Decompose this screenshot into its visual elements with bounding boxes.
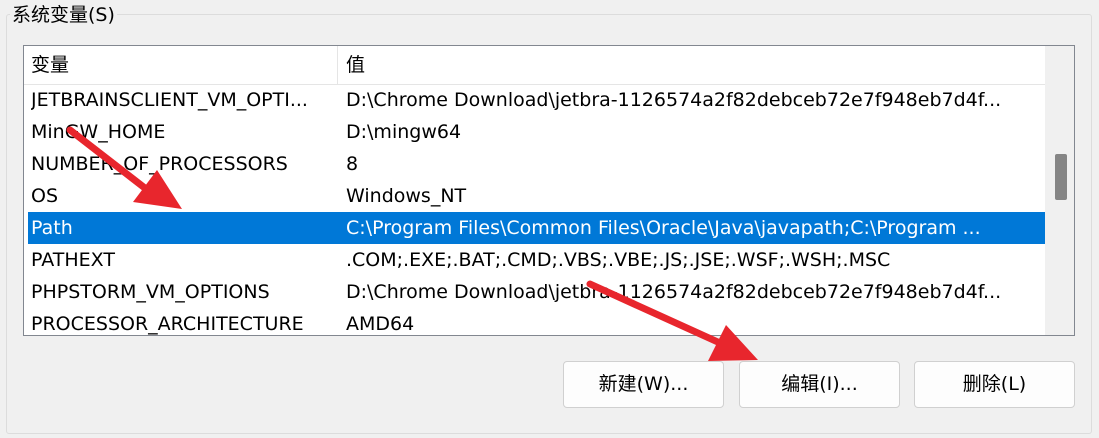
edit-button[interactable]: 编辑(I)... xyxy=(739,361,900,408)
delete-button[interactable]: 删除(L) xyxy=(914,361,1075,408)
table-row[interactable]: NUMBER_OF_PROCESSORS 8 xyxy=(28,148,1045,180)
list-rows: JETBRAINSCLIENT_VM_OPTI... D:\Chrome Dow… xyxy=(28,84,1045,335)
variable-value: C:\Program Files\Common Files\Oracle\Jav… xyxy=(346,217,981,239)
system-variables-list[interactable]: 变量 值 JETBRAINSCLIENT_VM_OPTI... D:\Chrom… xyxy=(23,45,1075,336)
variable-name: PROCESSOR_ARCHITECTURE xyxy=(31,313,304,335)
table-row[interactable]: JETBRAINSCLIENT_VM_OPTI... D:\Chrome Dow… xyxy=(28,84,1045,116)
variable-name: OS xyxy=(31,185,59,207)
table-row[interactable]: PATHEXT .COM;.EXE;.BAT;.CMD;.VBS;.VBE;.J… xyxy=(28,244,1045,276)
scrollbar-thumb[interactable] xyxy=(1055,154,1067,200)
variable-value: D:\mingw64 xyxy=(346,121,462,143)
vertical-scrollbar[interactable] xyxy=(1045,46,1074,335)
variable-value: Windows_NT xyxy=(346,185,467,207)
column-header-variable[interactable]: 变量 xyxy=(24,46,338,84)
column-header-value[interactable]: 值 xyxy=(338,46,1046,84)
table-row[interactable]: MinGW_HOME D:\mingw64 xyxy=(28,116,1045,148)
variable-value: .COM;.EXE;.BAT;.CMD;.VBS;.VBE;.JS;.JSE;.… xyxy=(346,249,891,271)
system-variables-panel: 系统变量(S) 变量 值 JETBRAINSCLIENT_VM_OPTI... … xyxy=(0,0,1099,438)
variable-name: PATHEXT xyxy=(31,249,115,271)
list-header: 变量 值 xyxy=(24,46,1045,85)
variable-value: AMD64 xyxy=(346,313,415,335)
variable-value: 8 xyxy=(346,153,359,175)
table-row[interactable]: OS Windows_NT xyxy=(28,180,1045,212)
table-row-selected-path[interactable]: Path C:\Program Files\Common Files\Oracl… xyxy=(28,212,1045,244)
variable-name: PHPSTORM_VM_OPTIONS xyxy=(31,281,270,303)
variable-name: NUMBER_OF_PROCESSORS xyxy=(31,153,288,175)
variable-name: Path xyxy=(31,217,73,239)
variable-name: JETBRAINSCLIENT_VM_OPTI... xyxy=(31,89,308,111)
table-row[interactable]: PHPSTORM_VM_OPTIONS D:\Chrome Download\j… xyxy=(28,276,1045,308)
variable-name: MinGW_HOME xyxy=(31,121,166,143)
variable-value: D:\Chrome Download\jetbra-1126574a2f82de… xyxy=(346,281,1002,303)
new-button[interactable]: 新建(W)... xyxy=(563,361,724,408)
table-row[interactable]: PROCESSOR_ARCHITECTURE AMD64 xyxy=(28,308,1045,335)
variable-value: D:\Chrome Download\jetbra-1126574a2f82de… xyxy=(346,89,1002,111)
group-title: 系统变量(S) xyxy=(10,2,117,28)
